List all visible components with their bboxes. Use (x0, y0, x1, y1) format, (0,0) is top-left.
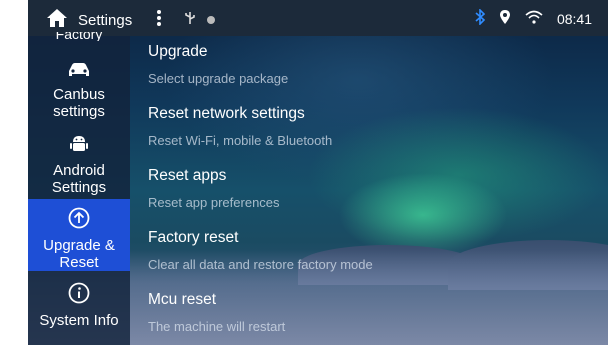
android-icon (28, 134, 130, 158)
item-subtitle: Reset Wi-Fi, mobile & Bluetooth (148, 133, 333, 148)
status-bar: Settings 08:41 (28, 0, 608, 36)
wifi-icon (525, 10, 543, 27)
item-subtitle: Reset app preferences (148, 195, 280, 210)
item-subtitle: The machine will restart (148, 319, 286, 334)
sidebar-item-factory-partial[interactable]: Factory (28, 32, 130, 41)
reset-network-item[interactable]: Reset network settings Reset Wi-Fi, mobi… (148, 105, 332, 148)
usb-icon (184, 11, 196, 29)
factory-reset-item[interactable]: Factory reset Clear all data and restore… (148, 229, 373, 272)
app-title: Settings (78, 11, 133, 29)
upgrade-item[interactable]: Upgrade Select upgrade package (148, 43, 288, 86)
item-title: Upgrade (148, 43, 208, 60)
info-icon (28, 282, 130, 308)
sidebar: Factory Canbus settings Android Settings… (28, 32, 130, 345)
sidebar-item-upgrade-reset[interactable]: Upgrade & Reset (28, 199, 130, 271)
car-icon (28, 62, 130, 82)
item-title: Mcu reset (148, 291, 217, 308)
dot-indicator-icon (206, 12, 216, 29)
item-title: Reset network settings (148, 105, 305, 122)
settings-list: Upgrade Select upgrade package Reset net… (148, 36, 608, 345)
reset-apps-item[interactable]: Reset apps Reset app preferences (148, 167, 280, 210)
item-subtitle: Select upgrade package (148, 71, 289, 86)
mcu-reset-item[interactable]: Mcu reset The machine will restart (148, 291, 285, 334)
bluetooth-icon (475, 8, 486, 28)
clock: 08:41 (556, 10, 592, 27)
screen: Settings 08:41 Factory Canbus settings A… (28, 0, 608, 345)
location-icon (499, 9, 511, 28)
item-title: Reset apps (148, 167, 227, 184)
home-icon[interactable] (46, 8, 68, 32)
sidebar-item-android[interactable]: Android Settings (28, 134, 130, 196)
upgrade-icon (28, 207, 130, 233)
item-title: Factory reset (148, 229, 239, 246)
item-subtitle: Clear all data and restore factory mode (148, 257, 373, 272)
sidebar-item-system-info[interactable]: System Info (28, 282, 130, 340)
sidebar-item-canbus[interactable]: Canbus settings (28, 62, 130, 124)
more-menu-icon[interactable] (156, 9, 162, 31)
